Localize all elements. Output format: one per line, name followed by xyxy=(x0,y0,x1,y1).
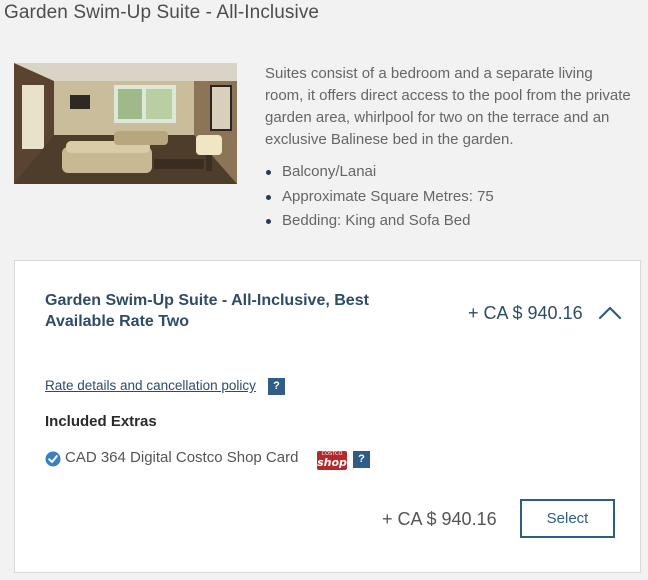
included-extra-item: CAD 364 Digital Costco Shop Card xyxy=(65,449,299,466)
room-title: Garden Swim-Up Suite - All-Inclusive xyxy=(4,2,320,23)
included-extras-heading: Included Extras xyxy=(45,413,157,430)
rate-name: Garden Swim-Up Suite - All-Inclusive, Be… xyxy=(45,292,369,330)
help-icon[interactable]: ? xyxy=(268,378,285,395)
rate-price-bottom: + CA $ 940.16 xyxy=(382,509,497,529)
room-photo xyxy=(14,63,237,184)
select-button[interactable]: Select xyxy=(520,499,615,538)
chevron-up-icon[interactable] xyxy=(598,305,622,321)
room-features-list: Balcony/Lanai Approximate Square Metres:… xyxy=(265,160,635,234)
room-description: Suites consist of a bedroom and a separa… xyxy=(265,65,631,148)
costco-shop-card-logo: COSTCO shop xyxy=(317,451,347,470)
feature-item: Balcony/Lanai xyxy=(265,160,635,185)
check-circle-icon xyxy=(45,451,61,467)
rate-card: Garden Swim-Up Suite - All-Inclusive, Be… xyxy=(14,260,641,573)
help-icon[interactable]: ? xyxy=(353,451,370,468)
feature-item: Bedding: King and Sofa Bed xyxy=(265,209,635,234)
rate-price: + CA $ 940.16 xyxy=(468,303,583,323)
feature-item: Approximate Square Metres: 75 xyxy=(265,185,635,210)
rate-policy-link[interactable]: Rate details and cancellation policy xyxy=(45,378,256,393)
